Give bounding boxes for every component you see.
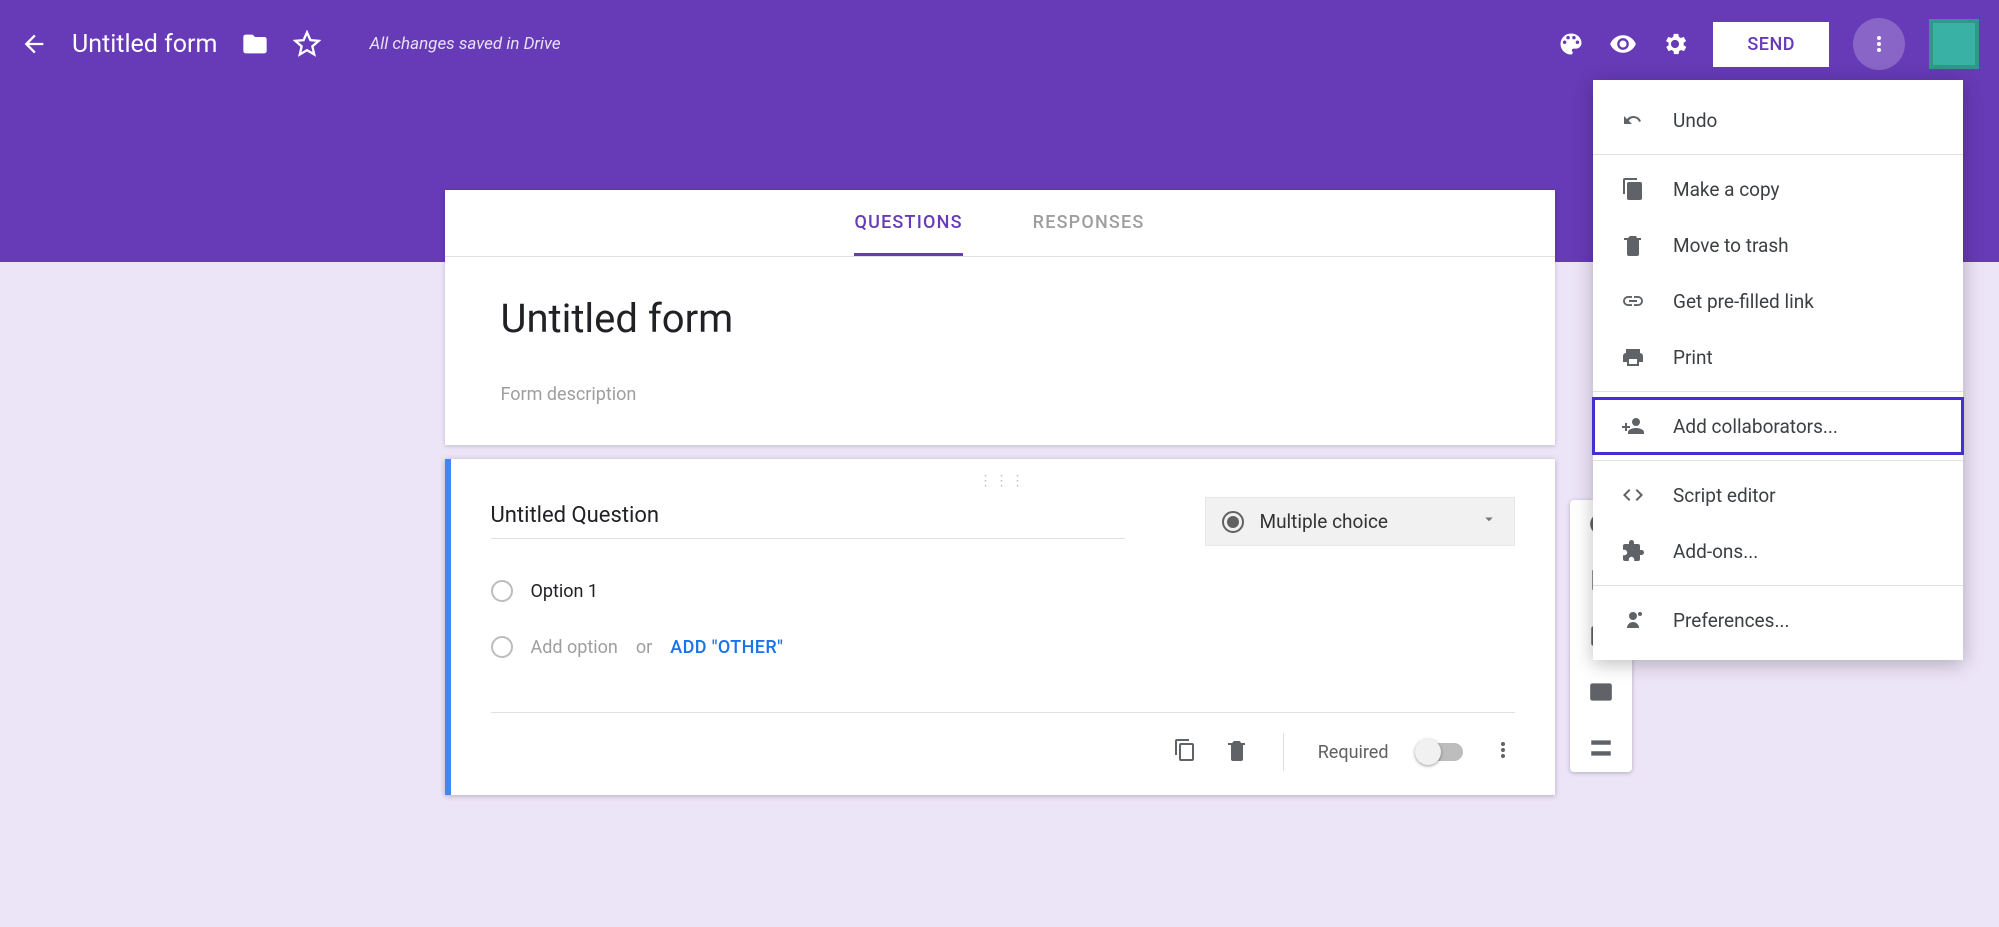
required-label: Required xyxy=(1318,742,1389,763)
menu-divider xyxy=(1593,154,1963,155)
separator xyxy=(1283,733,1284,771)
account-avatar[interactable] xyxy=(1929,19,1979,69)
question-more-button[interactable] xyxy=(1491,738,1515,766)
menu-print[interactable]: Print xyxy=(1593,329,1963,385)
option-row: Option 1 xyxy=(491,580,1515,602)
required-toggle[interactable] xyxy=(1417,743,1463,761)
question-type-select[interactable]: Multiple choice xyxy=(1205,497,1515,546)
overflow-menu: Undo Make a copy Move to trash Get pre-f… xyxy=(1593,80,1963,660)
save-status: All changes saved in Drive xyxy=(369,34,560,54)
form-title-input[interactable]: Untitled form xyxy=(501,295,1499,342)
add-option-row: Add option or ADD "OTHER" xyxy=(491,636,1515,658)
menu-addons[interactable]: Add-ons... xyxy=(1593,523,1963,579)
menu-move-trash[interactable]: Move to trash xyxy=(1593,217,1963,273)
form-card: QUESTIONS RESPONSES Untitled form Form d… xyxy=(445,190,1555,445)
add-video-button[interactable] xyxy=(1587,678,1615,706)
radio-empty-icon xyxy=(491,636,513,658)
menu-prefilled-link[interactable]: Get pre-filled link xyxy=(1593,273,1963,329)
menu-add-collaborators[interactable]: Add collaborators... xyxy=(1593,398,1963,454)
menu-divider xyxy=(1593,585,1963,586)
add-other-button[interactable]: ADD "OTHER" xyxy=(670,637,783,658)
menu-divider xyxy=(1593,391,1963,392)
radio-icon xyxy=(1222,511,1244,533)
folder-icon[interactable] xyxy=(241,30,269,58)
question-title-input[interactable]: Untitled Question xyxy=(491,497,1125,539)
more-menu-button[interactable] xyxy=(1853,18,1905,70)
menu-divider xyxy=(1593,460,1963,461)
question-type-label: Multiple choice xyxy=(1260,510,1388,533)
form-description-input[interactable]: Form description xyxy=(501,384,1499,405)
drag-handle-icon[interactable]: ⋮⋮⋮ xyxy=(491,471,1515,497)
menu-make-copy[interactable]: Make a copy xyxy=(1593,161,1963,217)
settings-gear-icon[interactable] xyxy=(1661,30,1689,58)
or-label: or xyxy=(636,637,652,658)
tab-questions[interactable]: QUESTIONS xyxy=(854,190,962,256)
kebab-icon xyxy=(1867,32,1891,56)
chevron-down-icon xyxy=(1480,510,1498,533)
back-arrow-icon[interactable] xyxy=(20,30,48,58)
send-button[interactable]: SEND xyxy=(1713,22,1829,67)
preview-icon[interactable] xyxy=(1609,30,1637,58)
question-card: ⋮⋮⋮ Untitled Question Multiple choice Op… xyxy=(445,459,1555,795)
menu-preferences[interactable]: Preferences... xyxy=(1593,592,1963,648)
tab-responses[interactable]: RESPONSES xyxy=(1033,190,1145,256)
add-option-button[interactable]: Add option xyxy=(531,637,618,658)
radio-empty-icon xyxy=(491,580,513,602)
option-text[interactable]: Option 1 xyxy=(531,581,599,602)
star-icon[interactable] xyxy=(293,30,321,58)
duplicate-button[interactable] xyxy=(1173,738,1197,766)
header-form-title[interactable]: Untitled form xyxy=(72,30,217,59)
add-section-button[interactable] xyxy=(1587,734,1615,762)
palette-icon[interactable] xyxy=(1557,30,1585,58)
menu-script-editor[interactable]: Script editor xyxy=(1593,467,1963,523)
app-header: Untitled form All changes saved in Drive… xyxy=(0,0,1999,88)
delete-button[interactable] xyxy=(1225,738,1249,766)
menu-undo[interactable]: Undo xyxy=(1593,92,1963,148)
